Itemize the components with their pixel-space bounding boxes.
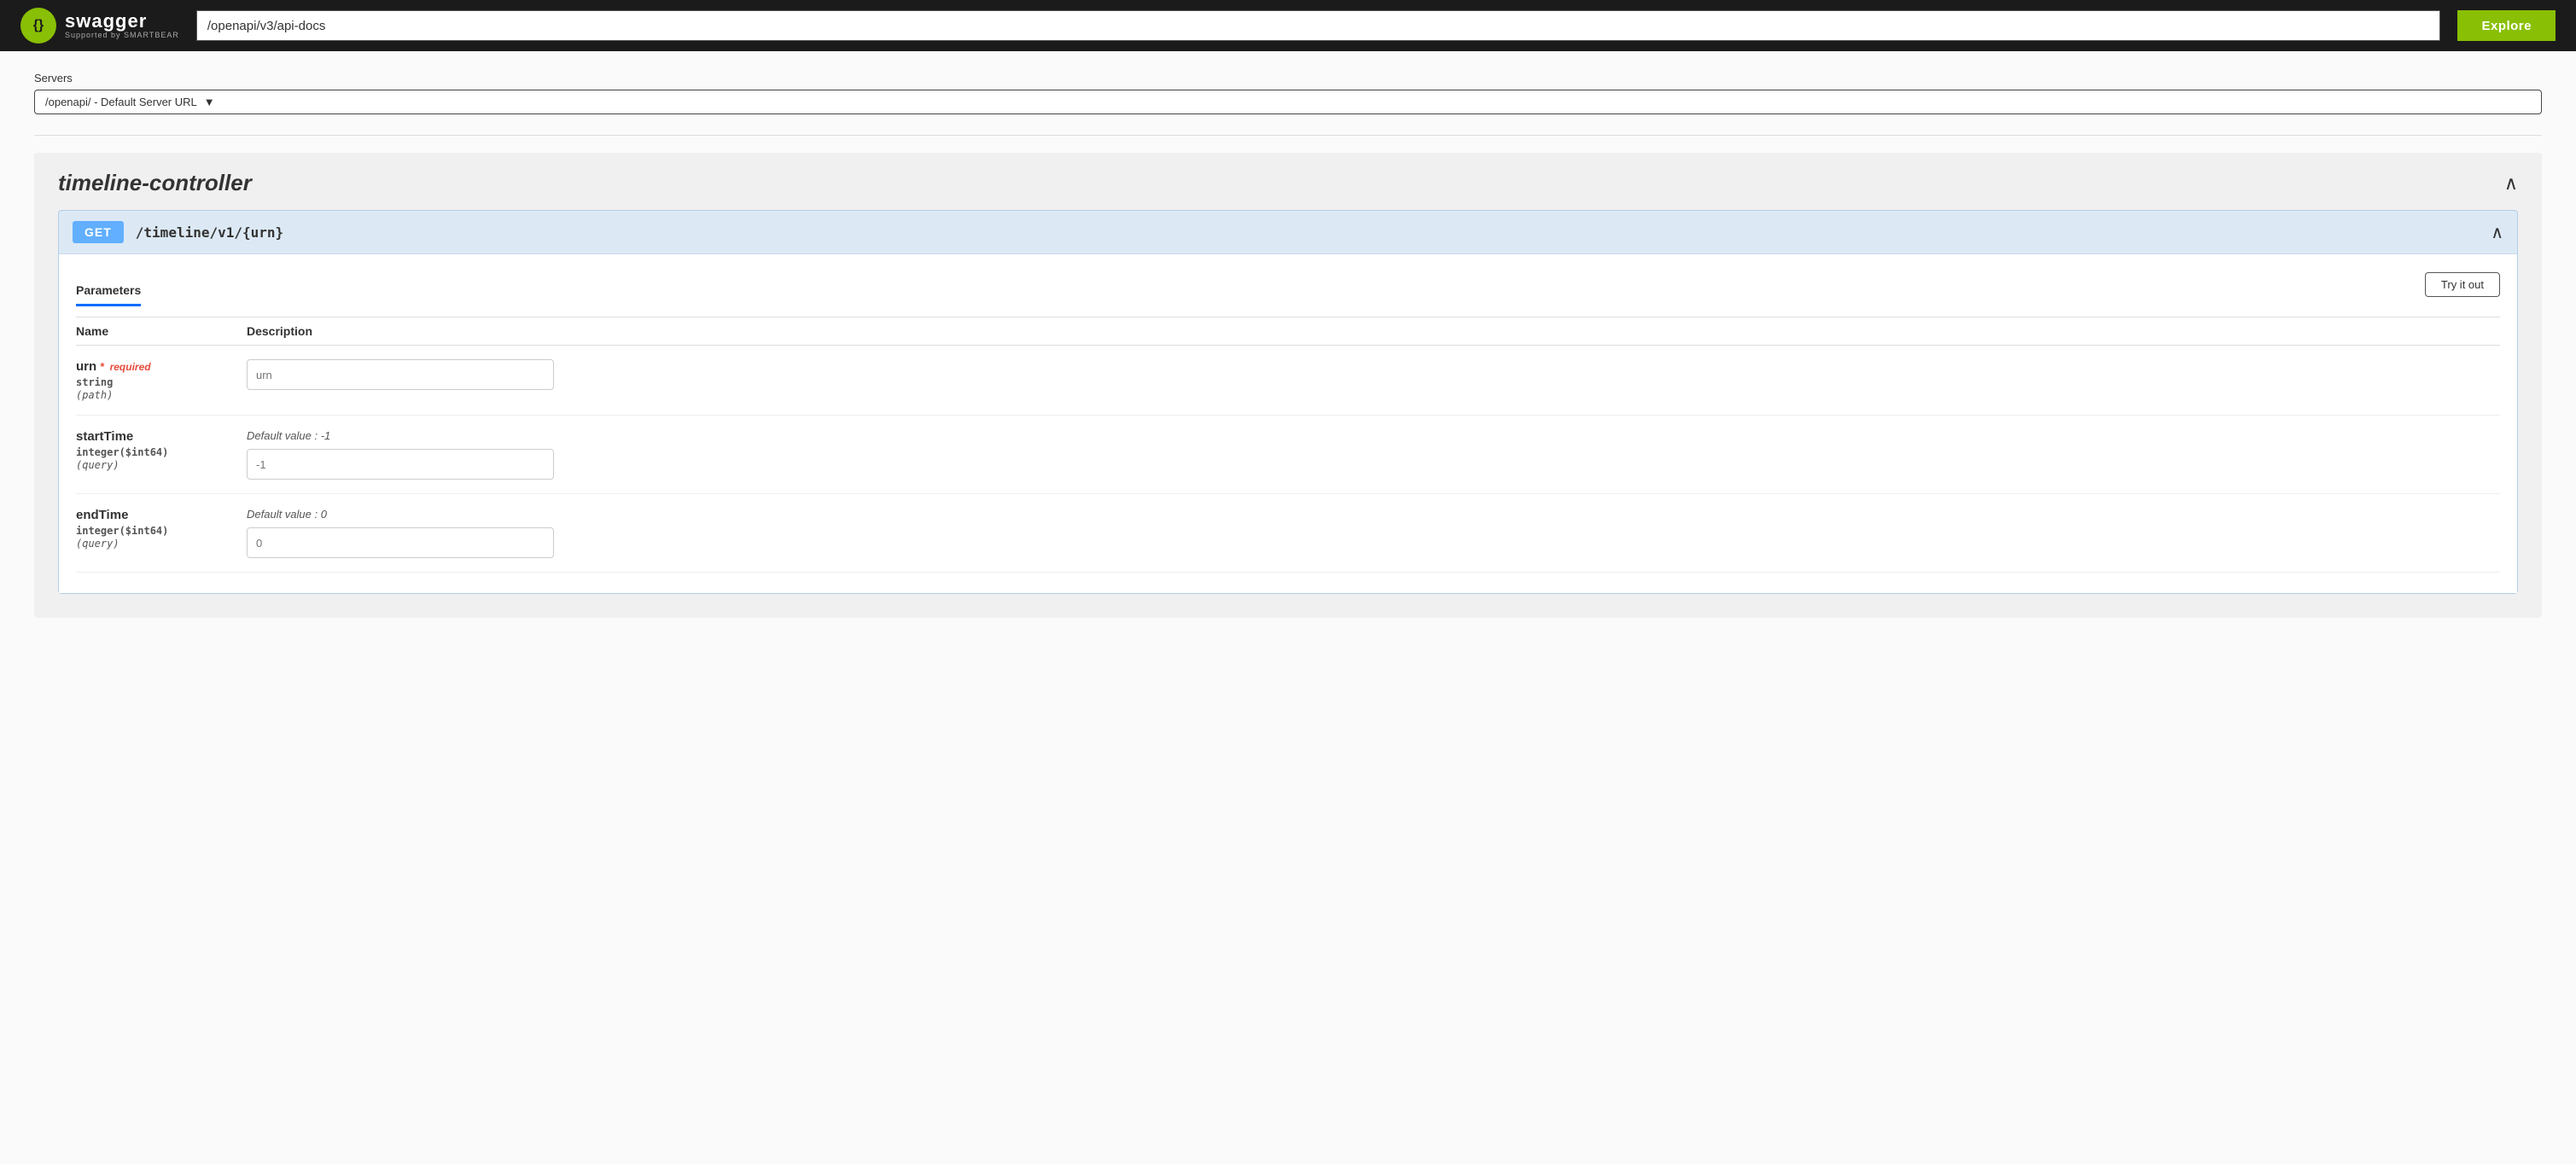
endpoint-path: /timeline/v1/{urn} — [136, 224, 283, 241]
param-type-starttime: integer($int64) — [76, 446, 247, 458]
parameters-tab[interactable]: Parameters — [76, 276, 141, 306]
logo-title: swagger — [65, 12, 179, 31]
swagger-logo-icon: {} — [20, 8, 56, 44]
controller-block: timeline-controller ∧ GET /timeline/v1/{… — [34, 153, 2542, 618]
param-location-urn: (path) — [76, 389, 247, 401]
controller-collapse-icon[interactable]: ∧ — [2504, 172, 2518, 195]
default-value-starttime: Default value : -1 — [247, 429, 2500, 442]
params-table: Name Description urn * required string — [76, 317, 2500, 573]
param-text-urn: urn — [76, 359, 96, 374]
servers-section: Servers /openapi/ - Default Server URL ▼ — [34, 72, 2542, 114]
default-value-endtime: Default value : 0 — [247, 508, 2500, 521]
param-type-urn: string — [76, 376, 247, 388]
api-docs-url-input[interactable] — [196, 10, 2441, 41]
required-star-urn: * — [100, 360, 104, 373]
tab-try-it-out-row: Parameters Try it out — [76, 254, 2500, 306]
chevron-down-icon: ▼ — [204, 96, 215, 108]
param-input-endtime[interactable] — [247, 527, 554, 558]
param-location-starttime: (query) — [76, 459, 247, 471]
param-name-starttime: startTime — [76, 429, 133, 444]
main-content: Servers /openapi/ - Default Server URL ▼… — [0, 51, 2576, 638]
param-desc-col-starttime: Default value : -1 — [247, 429, 2500, 480]
param-desc-col-urn — [247, 359, 2500, 390]
params-table-header: Name Description — [76, 317, 2500, 346]
param-type-endtime: integer($int64) — [76, 525, 247, 537]
endpoint-block: GET /timeline/v1/{urn} ∧ Parameters Try … — [58, 210, 2518, 594]
server-select-value: /openapi/ - Default Server URL — [45, 96, 197, 108]
server-select-dropdown[interactable]: /openapi/ - Default Server URL ▼ — [34, 90, 2542, 114]
param-location-endtime: (query) — [76, 538, 247, 550]
section-divider — [34, 135, 2542, 136]
endpoint-left: GET /timeline/v1/{urn} — [73, 221, 283, 243]
logo-subtitle: Supported by SMARTBEAR — [65, 31, 179, 39]
table-row: urn * required string (path) — [76, 346, 2500, 416]
http-method-badge: GET — [73, 221, 124, 243]
table-row: startTime integer($int64) (query) Defaul… — [76, 416, 2500, 494]
col-desc-header: Description — [247, 324, 2500, 338]
parameters-tab-bar: Parameters — [76, 263, 141, 306]
logo-text: swagger Supported by SMARTBEAR — [65, 12, 179, 39]
endpoint-collapse-icon[interactable]: ∧ — [2491, 222, 2503, 243]
top-navigation: {} swagger Supported by SMARTBEAR Explor… — [0, 0, 2576, 51]
table-row: endTime integer($int64) (query) Default … — [76, 494, 2500, 573]
param-name-col-endtime: endTime integer($int64) (query) — [76, 508, 247, 550]
param-name-urn: urn * required — [76, 359, 151, 374]
explore-button[interactable]: Explore — [2457, 10, 2556, 41]
servers-label: Servers — [34, 72, 2542, 84]
try-it-out-button[interactable]: Try it out — [2425, 272, 2500, 297]
param-name-col-urn: urn * required string (path) — [76, 359, 247, 401]
param-input-starttime[interactable] — [247, 449, 554, 480]
param-name-col-starttime: startTime integer($int64) (query) — [76, 429, 247, 471]
param-name-endtime: endTime — [76, 508, 128, 522]
param-input-urn[interactable] — [247, 359, 554, 390]
controller-title: timeline-controller — [58, 170, 252, 196]
required-label-urn: required — [110, 361, 151, 373]
logo-area: {} swagger Supported by SMARTBEAR — [20, 8, 179, 44]
parameters-section: Parameters Try it out Name Description — [59, 253, 2517, 593]
endpoint-header[interactable]: GET /timeline/v1/{urn} ∧ — [59, 211, 2517, 253]
param-desc-col-endtime: Default value : 0 — [247, 508, 2500, 558]
col-name-header: Name — [76, 324, 247, 338]
controller-header: timeline-controller ∧ — [58, 170, 2518, 196]
